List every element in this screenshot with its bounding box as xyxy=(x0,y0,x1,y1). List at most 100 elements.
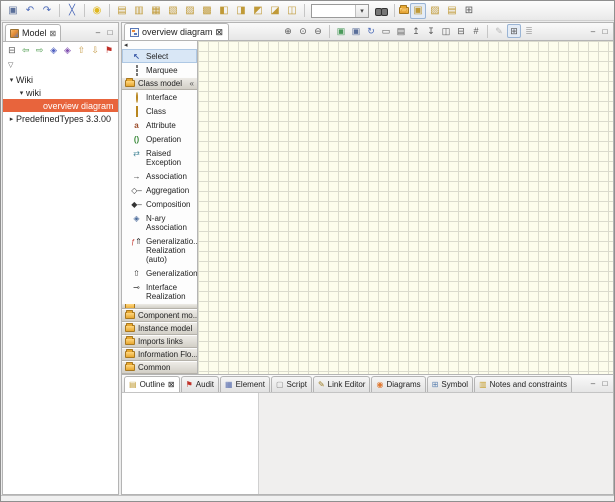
tree-item-wiki-project[interactable]: ▾ Wiki xyxy=(3,73,118,86)
open-folder-icon[interactable]: ▱ xyxy=(399,7,409,14)
collapse-links-icon[interactable]: ↧ xyxy=(424,24,438,38)
collapse-section-icon[interactable]: « xyxy=(190,79,194,88)
link-with-explorer-icon[interactable]: ▣ xyxy=(410,3,426,19)
palette-item-composition[interactable]: ◆– Composition xyxy=(122,197,197,211)
palette-item-aggregation[interactable]: ◇– Aggregation xyxy=(122,183,197,197)
diagram-canvas[interactable] xyxy=(198,41,613,374)
save-diagram-icon[interactable]: ▣ xyxy=(349,24,363,38)
table-view-icon[interactable]: ⊞ xyxy=(461,3,477,19)
palette-item-raised-exception[interactable]: ⇄ Raised Exception xyxy=(122,146,197,169)
outline-content[interactable] xyxy=(122,393,259,494)
search-icon[interactable] xyxy=(374,4,388,18)
palette-collapse-icon[interactable]: ◂ xyxy=(122,41,197,49)
tab-audit[interactable]: ⚑ Audit xyxy=(181,376,219,392)
model-tool-icon-9[interactable]: ◩ xyxy=(250,3,266,19)
save-icon[interactable]: ▣ xyxy=(5,3,21,19)
tab-outline[interactable]: ▤ Outline ⊠ xyxy=(124,376,180,392)
palette-section-component-model[interactable]: Component mo... xyxy=(122,309,197,322)
zoom-out-icon[interactable]: ⊖ xyxy=(311,24,325,38)
palette-item-attribute[interactable]: a Attribute xyxy=(122,118,197,132)
palette-item-association[interactable]: → Association xyxy=(122,169,197,183)
tab-overview-diagram[interactable]: overview diagram ⊠ xyxy=(124,23,229,40)
maximize-icon[interactable]: □ xyxy=(105,28,115,37)
view-menu-icon[interactable]: ▽ xyxy=(8,61,13,69)
palette-section-information-flows[interactable]: Information Flo... xyxy=(122,348,197,361)
tree-item-wiki-model[interactable]: ▾ wiki xyxy=(3,86,118,99)
selection-mode-icon[interactable]: ▭ xyxy=(379,24,393,38)
model-tool-icon-8[interactable]: ◨ xyxy=(233,3,249,19)
model-tool-icon-5[interactable]: ▨ xyxy=(182,3,198,19)
tab-symbol[interactable]: ⊞ Symbol xyxy=(427,376,473,392)
move-up-icon[interactable]: ⇧ xyxy=(75,44,87,57)
fit-width-icon[interactable]: ◫ xyxy=(439,24,453,38)
export-image-icon[interactable]: ▣ xyxy=(334,24,348,38)
toolbar-separator xyxy=(109,4,110,17)
snap-to-grid-icon[interactable]: # xyxy=(469,24,483,38)
refresh-icon[interactable]: ▤ xyxy=(444,3,460,19)
palette-section-instance-model[interactable]: Instance model xyxy=(122,322,197,335)
filter-icon[interactable]: ▨ xyxy=(427,3,443,19)
palette-item-interface-realization[interactable]: ⊸ Interface Realization xyxy=(122,280,197,303)
close-icon[interactable]: ⊠ xyxy=(50,29,57,38)
palette-item-nary-association[interactable]: ◈ N-ary Association xyxy=(122,211,197,234)
palette-section-common[interactable]: Common xyxy=(122,361,197,374)
flag-icon[interactable]: ⚑ xyxy=(103,44,115,57)
palette-tool-marquee[interactable]: Marquee xyxy=(122,63,197,77)
model-tool-icon-2[interactable]: ▥ xyxy=(131,3,147,19)
expand-arrow-icon[interactable]: ▾ xyxy=(7,76,16,84)
navigate-back-icon[interactable]: ⇦ xyxy=(20,44,32,57)
search-combo[interactable]: ▾ xyxy=(311,4,369,18)
print-icon[interactable]: ▤ xyxy=(394,24,408,38)
model-tool-icon-7[interactable]: ◧ xyxy=(216,3,232,19)
palette-section-imports-links[interactable]: Imports links xyxy=(122,335,197,348)
minimize-icon[interactable]: ‒ xyxy=(588,27,598,36)
refresh-diagram-icon[interactable]: ↻ xyxy=(364,24,378,38)
model-tool-icon-6[interactable]: ▩ xyxy=(199,3,215,19)
redo-icon[interactable]: ↷ xyxy=(39,3,55,19)
chevron-down-icon[interactable]: ▾ xyxy=(355,5,368,17)
palette-item-generalization[interactable]: ⇧ Generalization xyxy=(122,266,197,280)
previous-modified-icon[interactable]: ◈ xyxy=(48,44,60,57)
undo-icon[interactable]: ↶ xyxy=(22,3,38,19)
tree-item-predefined-types[interactable]: ▸ PredefinedTypes 3.3.00 xyxy=(3,112,118,125)
tab-notes-and-constraints[interactable]: ▥ Notes and constraints xyxy=(474,376,572,392)
configuration-icon[interactable]: ╳ xyxy=(64,3,80,19)
maximize-icon[interactable]: □ xyxy=(600,379,610,388)
model-tool-icon-1[interactable]: ▤ xyxy=(114,3,130,19)
show-grid-icon[interactable]: ⊞ xyxy=(507,24,521,38)
palette-item-operation[interactable]: () Operation xyxy=(122,132,197,146)
expand-links-icon[interactable]: ↥ xyxy=(409,24,423,38)
model-tool-icon-4[interactable]: ▧ xyxy=(165,3,181,19)
model-tool-icon-11[interactable]: ◫ xyxy=(284,3,300,19)
toolbar-separator xyxy=(59,4,60,17)
tab-link-editor[interactable]: ✎ Link Editor xyxy=(313,376,371,392)
expand-arrow-icon[interactable]: ▸ xyxy=(7,115,16,123)
maximize-icon[interactable]: □ xyxy=(600,27,610,36)
close-icon[interactable]: ⊠ xyxy=(168,380,175,389)
tree-item-overview-diagram[interactable]: overview diagram xyxy=(3,99,118,112)
minimize-icon[interactable]: ‒ xyxy=(588,379,598,388)
palette-item-class[interactable]: Class xyxy=(122,104,197,118)
palette-tool-select[interactable]: ↖ Select xyxy=(122,49,197,63)
tab-script[interactable]: ▢ Script xyxy=(271,376,312,392)
move-down-icon[interactable]: ⇩ xyxy=(89,44,101,57)
tab-model[interactable]: Model ⊠ xyxy=(5,24,61,41)
close-icon[interactable]: ⊠ xyxy=(216,27,224,38)
navigate-forward-icon[interactable]: ⇨ xyxy=(34,44,46,57)
collapse-all-icon[interactable]: ⊟ xyxy=(6,44,18,57)
zoom-original-icon[interactable]: ⊙ xyxy=(296,24,310,38)
tab-diagrams[interactable]: ◉ Diagrams xyxy=(371,376,425,392)
search-input[interactable] xyxy=(312,5,355,16)
palette-section-class-model[interactable]: Class model « xyxy=(122,77,197,90)
model-tool-icon-3[interactable]: ▦ xyxy=(148,3,164,19)
minimize-icon[interactable]: ‒ xyxy=(93,28,103,37)
fit-height-icon[interactable]: ⊟ xyxy=(454,24,468,38)
palette-item-generalization-realization-auto[interactable]: ƒ⇑ Generalizatio... Realization (auto) xyxy=(122,234,197,266)
next-modified-icon[interactable]: ◈ xyxy=(62,44,74,57)
audit-light-icon[interactable]: ◉ xyxy=(89,3,105,19)
model-tool-icon-10[interactable]: ◪ xyxy=(267,3,283,19)
tab-element[interactable]: ▦ Element xyxy=(220,376,270,392)
zoom-in-icon[interactable]: ⊕ xyxy=(281,24,295,38)
expand-arrow-icon[interactable]: ▾ xyxy=(17,89,26,97)
palette-item-interface[interactable]: Interface xyxy=(122,90,197,104)
